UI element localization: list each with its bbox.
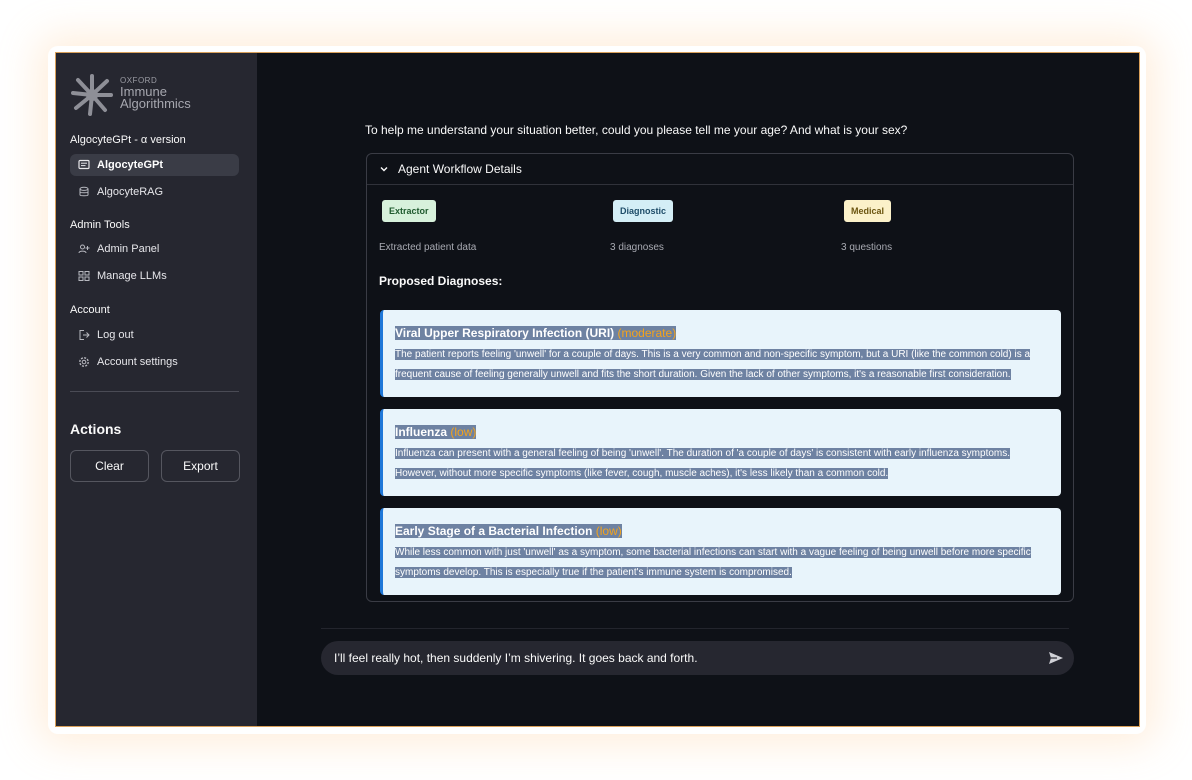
- sidebar-item-algocyterag[interactable]: AlgocyteRAG: [70, 181, 239, 203]
- chat-separator: [321, 628, 1069, 629]
- diagnosis-likelihood: (moderate): [617, 326, 677, 340]
- agent-workflow-expander: Agent Workflow Details Extractor Diagnos…: [366, 153, 1074, 602]
- sidebar-item-label: Manage LLMs: [97, 270, 167, 282]
- chat-input[interactable]: I’ll feel really hot, then suddenly I’m …: [321, 641, 1074, 675]
- gear-icon: [78, 356, 90, 368]
- actions-title: Actions: [70, 421, 122, 437]
- assistant-question: To help me understand your situation bet…: [365, 123, 908, 137]
- logo-line-2: Algorithmics: [120, 96, 191, 111]
- diagnosis-description-text: The patient reports feeling 'unwell' for…: [395, 349, 1031, 380]
- diagnosis-description-text: While less common with just 'unwell' as …: [395, 547, 1031, 578]
- extractor-summary: Extracted patient data: [379, 242, 477, 253]
- diagnosis-description: Influenza can present with a general fee…: [395, 444, 1051, 484]
- sidebar-item-account-settings[interactable]: Account settings: [70, 351, 239, 373]
- medical-summary: 3 questions: [841, 242, 893, 253]
- diagnosis-name: Viral Upper Respiratory Infection (URI): [395, 326, 615, 340]
- expander-title: Agent Workflow Details: [398, 162, 522, 176]
- sidebar-item-label: Account settings: [97, 356, 178, 368]
- database-icon: [78, 186, 90, 198]
- starburst-logo-icon: [71, 74, 113, 116]
- diagnosis-likelihood: (low): [595, 524, 622, 538]
- sidebar-item-label: Log out: [97, 329, 134, 341]
- sidebar-item-label: AlgocyteGPt: [97, 159, 164, 171]
- diagnosis-title: Viral Upper Respiratory Infection (URI) …: [395, 326, 677, 340]
- sidebar-item-label: Admin Panel: [97, 243, 160, 255]
- diagnosis-description-text: Influenza can present with a general fee…: [395, 448, 1011, 479]
- medical-tag: Medical: [844, 200, 892, 222]
- chat-input-text[interactable]: I’ll feel really hot, then suddenly I’m …: [334, 651, 698, 665]
- sidebar-item-manage-llms[interactable]: Manage LLMs: [70, 265, 239, 287]
- logout-icon: [78, 329, 90, 341]
- diagnosis-description: The patient reports feeling 'unwell' for…: [395, 345, 1051, 385]
- sidebar-item-label: AlgocyteRAG: [97, 186, 164, 198]
- sidebar-item-admin-panel[interactable]: Admin Panel: [70, 238, 239, 260]
- diagnosis-title: Influenza (low): [395, 425, 477, 439]
- account-section-label: Account: [70, 304, 110, 316]
- sidebar-item-log-out[interactable]: Log out: [70, 324, 239, 346]
- person-add-icon: [78, 243, 90, 255]
- diagnosis-likelihood: (low): [450, 425, 477, 439]
- diagnostic-tag: Diagnostic: [613, 200, 674, 222]
- diagnosis-card: Viral Upper Respiratory Infection (URI) …: [380, 310, 1061, 397]
- diagnosis-card: Influenza (low) Influenza can present wi…: [380, 409, 1061, 496]
- model-grid-icon: [78, 270, 90, 282]
- diagnosis-name: Early Stage of a Bacterial Infection: [395, 524, 593, 538]
- send-icon[interactable]: [1048, 650, 1064, 666]
- export-button[interactable]: Export: [161, 450, 240, 482]
- proposed-diagnoses-heading: Proposed Diagnoses:: [379, 274, 503, 288]
- diagnosis-title: Early Stage of a Bacterial Infection (lo…: [395, 524, 622, 538]
- diagnosis-description: While less common with just 'unwell' as …: [395, 543, 1051, 583]
- clear-button[interactable]: Clear: [70, 450, 149, 482]
- extractor-tag: Extractor: [382, 200, 436, 222]
- diagnostic-summary: 3 diagnoses: [610, 242, 664, 253]
- expander-header[interactable]: Agent Workflow Details: [367, 154, 1073, 185]
- app-window: OXFORD Immune Algorithmics AlgocyteGPt -…: [55, 52, 1140, 727]
- chat-icon: [78, 159, 90, 171]
- diagnosis-card: Early Stage of a Bacterial Infection (lo…: [380, 508, 1061, 595]
- diagnosis-name: Influenza: [395, 425, 448, 439]
- sidebar: OXFORD Immune Algorithmics AlgocyteGPt -…: [56, 53, 257, 726]
- app-section-label: AlgocyteGPt - α version: [70, 134, 186, 146]
- chevron-down-icon: [379, 164, 389, 174]
- sidebar-item-algocytegpt[interactable]: AlgocyteGPt: [70, 154, 239, 176]
- admin-section-label: Admin Tools: [70, 219, 130, 231]
- sidebar-divider: [70, 391, 239, 392]
- logo: OXFORD Immune Algorithmics: [70, 73, 210, 119]
